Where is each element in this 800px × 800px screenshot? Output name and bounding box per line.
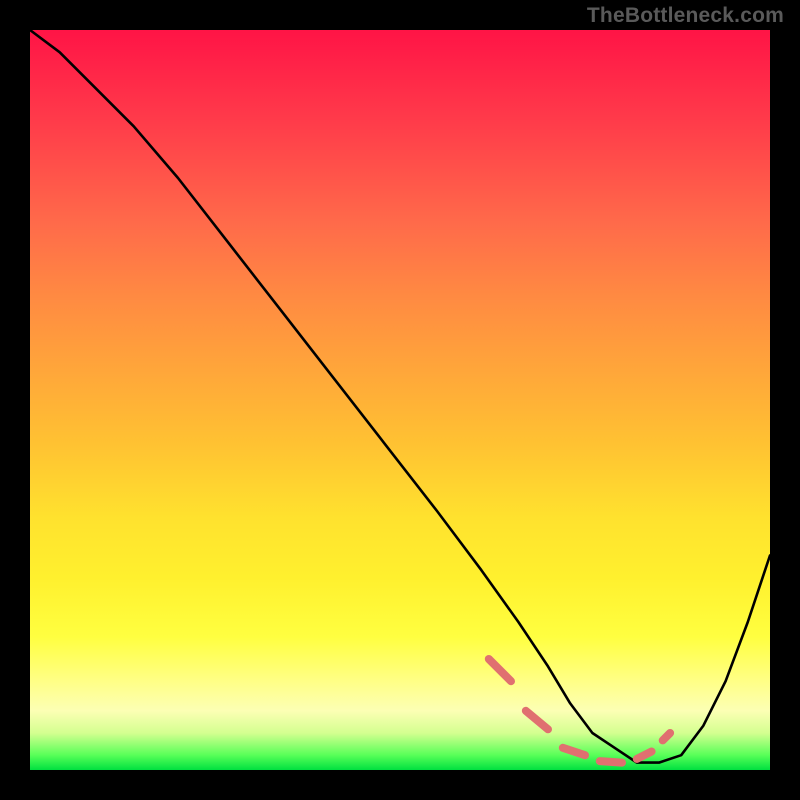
sweet-spot-dash [489, 659, 511, 681]
watermark-text: TheBottleneck.com [587, 4, 784, 28]
sweet-spot-dash [663, 733, 670, 740]
curve-svg [30, 30, 770, 770]
sweet-spot-dash [600, 761, 622, 763]
sweet-spot-dashes [489, 659, 670, 763]
bottleneck-curve [30, 30, 770, 763]
sweet-spot-dash [526, 711, 548, 730]
chart-stage: TheBottleneck.com [0, 0, 800, 800]
sweet-spot-dash [637, 752, 652, 759]
plot-area [30, 30, 770, 770]
sweet-spot-dash [563, 748, 585, 755]
